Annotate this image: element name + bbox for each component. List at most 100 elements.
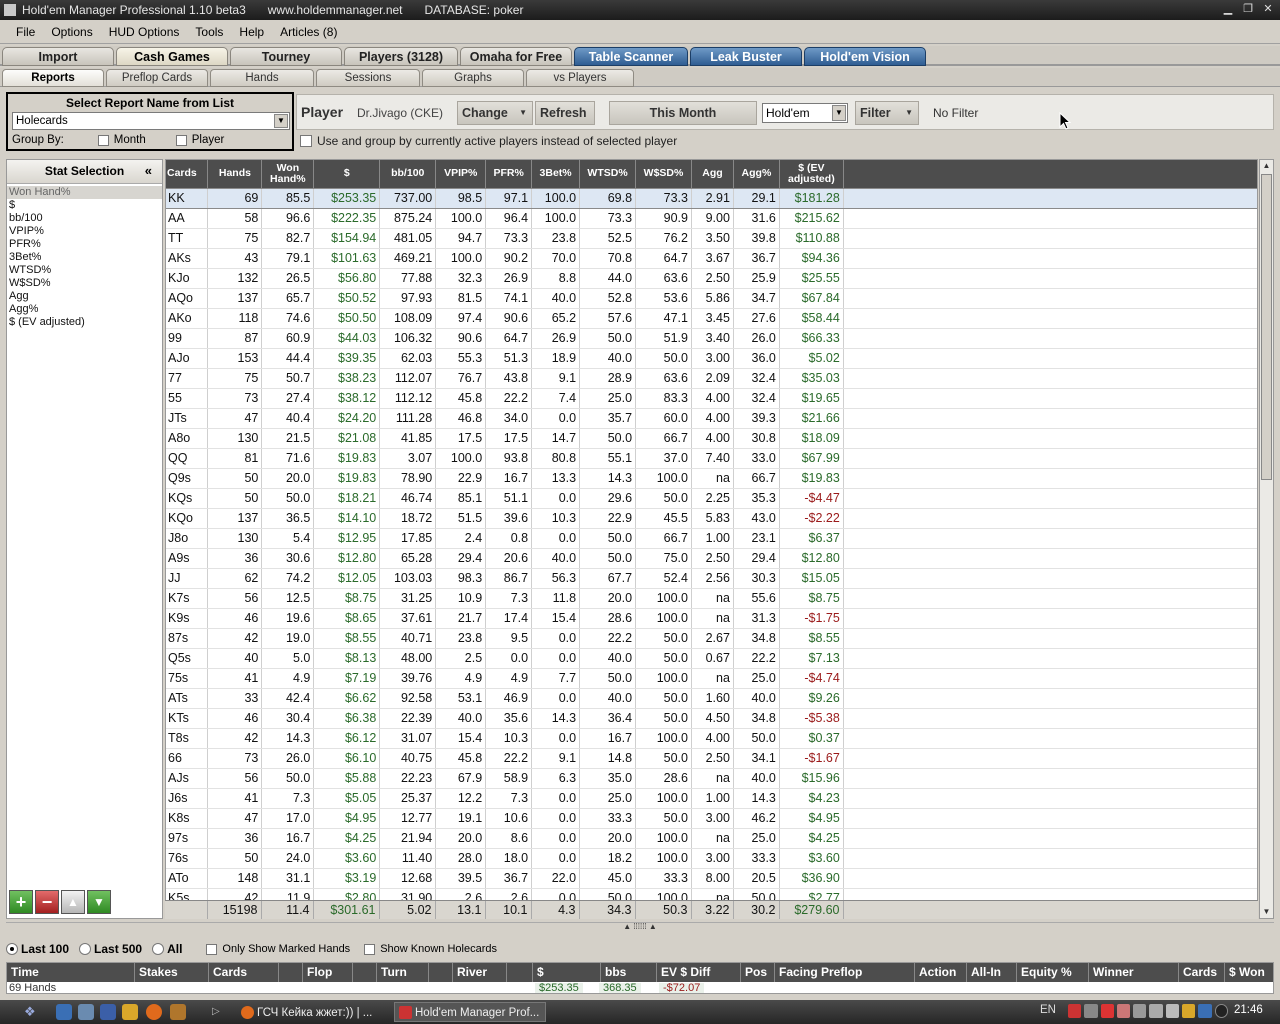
table-row[interactable]: ATo 148 31.1 $3.19 12.68 39.5 36.7 22.0 45.0 33.3… xyxy=(166,868,1257,889)
scroll-up-icon[interactable]: ▲ xyxy=(1261,160,1272,172)
stat-item[interactable]: Agg xyxy=(7,290,162,303)
last-100-option[interactable]: Last 100 xyxy=(6,942,69,956)
table-row[interactable]: 76s 50 24.0 $3.60 11.40 28.0 18.0 0.0 18.2 100.0 3… xyxy=(166,848,1257,869)
subtab-sessions[interactable]: Sessions xyxy=(316,69,420,87)
table-row[interactable]: 97s 36 16.7 $4.25 21.94 20.0 8.6 0.0 20.0 100.0 na… xyxy=(166,828,1257,849)
move-down-button[interactable]: ▼ xyxy=(87,890,111,914)
stat-item[interactable]: $ (EV adjusted) xyxy=(7,316,162,329)
desktop-icon[interactable] xyxy=(56,1004,72,1020)
known-holecards-option[interactable]: Show Known Holecards xyxy=(364,943,497,955)
hands-column-header[interactable] xyxy=(353,963,377,982)
marked-hands-checkbox[interactable] xyxy=(206,943,218,955)
table-row[interactable]: Q9s 50 20.0 $19.83 78.90 22.9 16.7 13.3 14.3 100.… xyxy=(166,468,1257,489)
column-header[interactable]: bb/100 xyxy=(379,160,437,188)
column-header[interactable]: Cards xyxy=(166,160,209,188)
filter-button[interactable]: Filter ▼ xyxy=(855,101,919,125)
hands-column-header[interactable] xyxy=(279,963,303,982)
stat-item[interactable]: 3Bet% xyxy=(7,251,162,264)
table-row[interactable]: KTs 46 30.4 $6.38 22.39 40.0 35.6 14.3 36.4 50.0 4… xyxy=(166,708,1257,729)
game-type-select[interactable]: Hold'em ▼ xyxy=(762,103,848,123)
table-row[interactable]: T8s 42 14.3 $6.12 31.07 15.4 10.3 0.0 16.7 100.0 4… xyxy=(166,728,1257,749)
tray-folder-icon[interactable] xyxy=(1182,1004,1196,1018)
table-row[interactable]: 66 73 26.0 $6.10 40.75 45.8 22.2 9.1 14.8 50.0 2.5… xyxy=(166,748,1257,769)
table-row[interactable]: A9s 36 30.6 $12.80 65.28 29.4 20.6 40.0 50.0 75.0… xyxy=(166,548,1257,569)
stat-item[interactable]: $ xyxy=(7,199,162,212)
column-header[interactable]: $ xyxy=(313,160,381,188)
table-row[interactable]: JJ 62 74.2 $12.05 103.03 98.3 86.7 56.3 67.7 52.4… xyxy=(166,568,1257,589)
app-launcher-icon[interactable] xyxy=(170,1004,186,1020)
column-header[interactable]: Agg% xyxy=(733,160,780,188)
table-row[interactable]: AKs 43 79.1 $101.63 469.21 100.0 90.2 70.0 70.8 6… xyxy=(166,248,1257,269)
hands-column-header[interactable]: Equity % xyxy=(1017,963,1089,982)
hands-column-header[interactable]: Stakes xyxy=(135,963,209,982)
date-range-button[interactable]: This Month xyxy=(609,101,757,125)
table-row[interactable]: AKo 118 74.6 $50.50 108.09 97.4 90.6 65.2 57.6 47… xyxy=(166,308,1257,329)
remove-stat-button[interactable]: − xyxy=(35,890,59,914)
tab-cash-games[interactable]: Cash Games xyxy=(116,47,228,66)
hands-column-header[interactable]: All-In xyxy=(967,963,1017,982)
tab-table-scanner[interactable]: Table Scanner xyxy=(574,47,688,66)
menu-options[interactable]: Options xyxy=(43,25,100,39)
table-row[interactable]: K7s 56 12.5 $8.75 31.25 10.9 7.3 11.8 20.0 100.0 n… xyxy=(166,588,1257,609)
group-by-month-checkbox[interactable] xyxy=(97,134,109,146)
hands-column-header[interactable]: Flop xyxy=(303,963,353,982)
scroll-down-icon[interactable]: ▼ xyxy=(1261,906,1272,918)
close-icon[interactable]: ✕ xyxy=(1260,2,1276,16)
all-option[interactable]: All xyxy=(152,942,182,956)
refresh-button[interactable]: Refresh xyxy=(535,101,595,125)
expand-icon[interactable]: ▷ xyxy=(212,1004,222,1020)
table-row[interactable]: 99 87 60.9 $44.03 106.32 90.6 64.7 26.9 50.0 51.9… xyxy=(166,328,1257,349)
column-header[interactable]: $ (EV adjusted) xyxy=(779,160,844,188)
table-row[interactable]: Q5s 40 5.0 $8.13 48.00 2.5 0.0 0.0 40.0 50.0 0.67 2… xyxy=(166,648,1257,669)
table-row[interactable]: KK 69 85.5 $253.35 737.00 98.5 97.1 100.0 69.8 73… xyxy=(166,187,1257,209)
move-up-button[interactable]: ▲ xyxy=(61,890,85,914)
table-row[interactable]: K9s 46 19.6 $8.65 37.61 21.7 17.4 15.4 28.6 100.0… xyxy=(166,608,1257,629)
active-players-checkbox[interactable] xyxy=(300,135,312,147)
change-player-button[interactable]: Change ▼ xyxy=(457,101,533,125)
tray-network-icon[interactable] xyxy=(1084,1004,1098,1018)
hands-column-header[interactable]: Time xyxy=(7,963,135,982)
subtab-graphs[interactable]: Graphs xyxy=(422,69,524,87)
stat-item[interactable]: PFR% xyxy=(7,238,162,251)
column-header[interactable]: VPIP% xyxy=(435,160,487,188)
marked-hands-option[interactable]: Only Show Marked Hands xyxy=(206,943,350,955)
language-indicator[interactable]: EN xyxy=(1040,1004,1056,1016)
tab-omaha-for-free[interactable]: Omaha for Free xyxy=(460,47,572,66)
table-row[interactable]: AA 58 96.6 $222.35 875.24 100.0 96.4 100.0 73.3 9… xyxy=(166,208,1257,229)
chevron-down-icon[interactable]: ▼ xyxy=(274,114,288,128)
table-row[interactable]: TT 75 82.7 $154.94 481.05 94.7 73.3 23.8 52.5 76.… xyxy=(166,228,1257,249)
hands-column-header[interactable]: EV $ Diff xyxy=(657,963,741,982)
minimize-icon[interactable]: ▁ xyxy=(1220,2,1236,16)
tray-media-icon[interactable] xyxy=(1214,1004,1229,1018)
hands-column-header[interactable]: River xyxy=(453,963,507,982)
table-row[interactable]: 77 75 50.7 $38.23 112.07 76.7 43.8 9.1 28.9 63.6 2… xyxy=(166,368,1257,389)
hands-column-header[interactable]: Action xyxy=(915,963,967,982)
tab-tourney[interactable]: Tourney xyxy=(230,47,342,66)
taskbar-browser-item[interactable]: ГСЧ Кейка жжет:)) | ... xyxy=(236,1002,386,1022)
panel-splitter[interactable]: ▲ ⁞⁞⁞⁞⁞⁞ ▲ xyxy=(6,922,1274,931)
table-row[interactable]: A8o 130 21.5 $21.08 41.85 17.5 17.5 14.7 50.0 66.… xyxy=(166,428,1257,449)
column-header[interactable]: W$SD% xyxy=(635,160,692,188)
report-name-select[interactable]: Holecards ▼ xyxy=(12,112,290,130)
hands-column-header[interactable]: Turn xyxy=(377,963,429,982)
subtab-hands[interactable]: Hands xyxy=(210,69,314,87)
table-row[interactable]: 75s 41 4.9 $7.19 39.76 4.9 4.9 7.7 50.0 100.0 na 25… xyxy=(166,668,1257,689)
table-row[interactable]: KQs 50 50.0 $18.21 46.74 85.1 51.1 0.0 29.6 50.0 2… xyxy=(166,488,1257,509)
table-row[interactable]: 55 73 27.4 $38.12 112.12 45.8 22.2 7.4 25.0 83.3 4… xyxy=(166,388,1257,409)
menu-tools[interactable]: Tools xyxy=(187,25,231,39)
tab-leak-buster[interactable]: Leak Buster xyxy=(690,47,802,66)
table-row[interactable]: KQo 137 36.5 $14.10 18.72 51.5 39.6 10.3 22.9 45.… xyxy=(166,508,1257,529)
tray-app-icon[interactable] xyxy=(1116,1004,1131,1018)
table-row[interactable]: K8s 47 17.0 $4.95 12.77 19.1 10.6 0.0 33.3 50.0 3.… xyxy=(166,808,1257,829)
grid-scrollbar[interactable]: ▲ ▼ xyxy=(1259,159,1274,919)
tab-holdem-vision[interactable]: Hold'em Vision xyxy=(804,47,926,66)
start-icon[interactable]: ❖ xyxy=(24,1004,42,1020)
table-row[interactable]: AJo 153 44.4 $39.35 62.03 55.3 51.3 18.9 40.0 50.… xyxy=(166,348,1257,369)
hands-column-header[interactable]: $ Won xyxy=(1225,963,1273,982)
last-500-radio[interactable] xyxy=(79,943,92,955)
tray-monitor-icon[interactable] xyxy=(1133,1004,1147,1018)
collapse-icon[interactable]: « xyxy=(145,160,152,182)
tray-sync-icon[interactable] xyxy=(1165,1004,1180,1018)
chevron-down-icon[interactable]: ▼ xyxy=(832,105,846,121)
folder-icon[interactable] xyxy=(122,1004,138,1020)
